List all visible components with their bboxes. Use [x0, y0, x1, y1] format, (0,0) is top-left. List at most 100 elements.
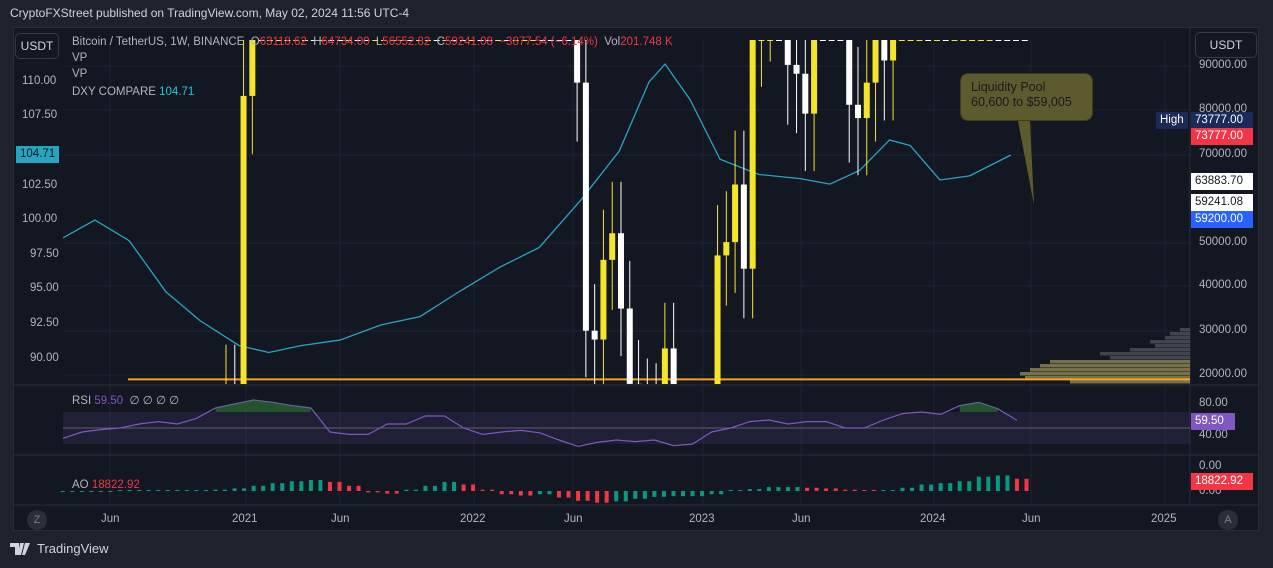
rsi-badge: 59.50 [1191, 413, 1235, 430]
dxy-label: DXY COMPARE [72, 86, 156, 98]
candle-body [802, 73, 809, 114]
ao-bar [194, 490, 199, 491]
ao-bar [642, 491, 647, 499]
log-scale-button[interactable]: Z [27, 510, 47, 530]
ao-bar [165, 490, 170, 491]
ao-bar [347, 485, 352, 491]
vp-indicator-2[interactable]: VP [72, 68, 87, 80]
ao-bar [1014, 478, 1019, 491]
candle-body [846, 40, 853, 105]
dxy-compare-legend[interactable]: DXY COMPARE 104.71 [72, 86, 194, 98]
candle-body [951, 40, 958, 41]
ao-bar [280, 483, 285, 491]
ao-bar [299, 481, 304, 491]
ao-bar [518, 491, 523, 496]
ao-bar [442, 481, 447, 491]
ao-bar [681, 491, 686, 497]
ao-bar [203, 490, 208, 491]
close-label: C [436, 36, 445, 48]
volume-profile-bar [1165, 336, 1190, 340]
ao-bar [747, 489, 752, 491]
rsi-extra: ∅ ∅ ∅ ∅ [129, 395, 180, 407]
ao-bar [986, 476, 991, 491]
ao-bar [900, 487, 905, 491]
left-currency-button[interactable]: USDT [15, 33, 59, 59]
ao-bar [738, 490, 743, 491]
open-label: O [250, 36, 260, 48]
rsi-overbought-fill [215, 404, 235, 412]
ao-bar [957, 481, 962, 491]
volume-profile-bar [1050, 360, 1190, 364]
ao-bar [98, 491, 103, 492]
close-value: 59241.08 [444, 36, 493, 48]
ao-bar [327, 481, 332, 491]
ao-bar [661, 491, 666, 497]
ao-bar [480, 489, 485, 491]
left-tick: 92.50 [30, 317, 59, 329]
ao-bar [833, 488, 838, 491]
candle-body [916, 40, 923, 41]
candle-body [907, 40, 914, 41]
candle-body [758, 40, 765, 41]
ao-bar [719, 491, 724, 495]
ao-bar [509, 491, 514, 495]
symbol-legend[interactable]: Bitcoin / TetherUS, 1W, BINANCE O63118.6… [72, 36, 673, 48]
ao-bar [566, 491, 571, 498]
ao-bar [852, 489, 857, 491]
volume-profile-bar [1030, 368, 1190, 372]
ao-bar [929, 484, 934, 491]
callout-line-1: Liquidity Pool [971, 80, 1046, 94]
candle-body [960, 40, 967, 41]
ao-bar [528, 491, 533, 496]
tradingview-logo[interactable]: TradingView [10, 541, 109, 556]
ao-bar [967, 481, 972, 491]
ao-bar [452, 481, 457, 491]
time-label: 2021 [232, 513, 258, 525]
rsi-legend[interactable]: RSI 59.50 ∅ ∅ ∅ ∅ [72, 393, 179, 407]
volume-profile-bar [1155, 344, 1190, 348]
candle-body [661, 348, 668, 384]
auto-scale-button[interactable]: A [1218, 510, 1238, 530]
ao-badge: 18822.92 [1191, 473, 1253, 490]
candle-body [986, 40, 993, 41]
candle-body [898, 40, 905, 41]
volume-profile-bar [1070, 380, 1190, 384]
level-badge: 63883.70 [1191, 173, 1253, 190]
ao-bar [824, 488, 829, 491]
volume-profile-bar [1150, 340, 1190, 344]
right-currency-button[interactable]: USDT [1195, 32, 1257, 58]
candle-body [933, 40, 940, 41]
vp-indicator-1[interactable]: VP [72, 52, 87, 64]
last-price-badge: 59241.08 [1191, 194, 1253, 211]
ao-bar [995, 475, 1000, 491]
ao-bar [70, 491, 75, 492]
high-badge: 73777.00 [1191, 112, 1253, 129]
candle-body [854, 104, 861, 119]
time-label: 2025 [1151, 513, 1177, 525]
ao-bar [766, 487, 771, 491]
candle-body [784, 40, 791, 65]
candle-body [995, 40, 1002, 41]
ao-bar [690, 491, 695, 497]
ao-bar [633, 491, 638, 499]
ao-bar [862, 490, 867, 491]
liquidity-pool-callout[interactable]: Liquidity Pool 60,600 to $59,005 [960, 73, 1093, 121]
dxy-price-badge: 104.71 [16, 146, 60, 163]
ao-bar [671, 491, 676, 497]
ao-bar [404, 489, 409, 491]
ao-bar [976, 476, 981, 491]
ao-bar [461, 484, 466, 491]
ao-bar [652, 491, 657, 497]
right-tick: 50000.00 [1199, 236, 1247, 248]
symbol-name: Bitcoin / TetherUS, 1W, BINANCE [72, 36, 245, 48]
ao-bar [223, 489, 228, 491]
ao-bar [356, 485, 361, 491]
candle-body [767, 40, 774, 41]
ao-bar [948, 483, 953, 491]
ao-bar [795, 487, 800, 491]
candle-body [837, 40, 844, 41]
right-tick: 40000.00 [1199, 279, 1247, 291]
ao-legend[interactable]: AO 18822.92 [72, 479, 140, 491]
ao-bar [938, 483, 943, 491]
ao-bar [385, 491, 390, 494]
